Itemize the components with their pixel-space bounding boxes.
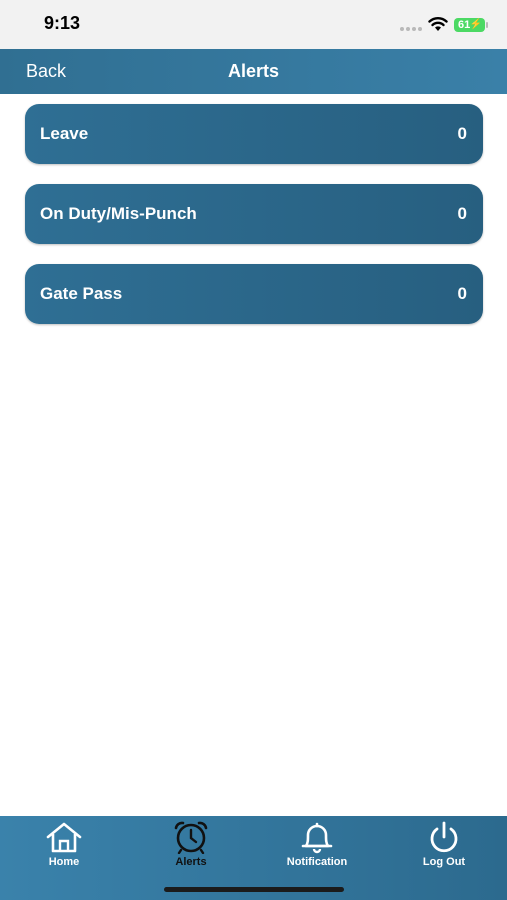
alert-row-leave[interactable]: Leave 0: [25, 104, 483, 164]
status-bar: 9:13 61 ⚡: [0, 0, 507, 49]
alert-label: Gate Pass: [40, 284, 123, 303]
tab-label: Home: [48, 856, 80, 868]
tab-bar: Home Alerts Notification Log Out: [0, 816, 507, 900]
alert-list: Leave 0 On Duty/Mis-Punch 0 Gate Pass 0: [25, 104, 483, 344]
bell-icon: [301, 822, 333, 854]
alert-count: 0: [457, 204, 467, 223]
home-icon: [46, 822, 82, 853]
nav-bar: Back Alerts: [0, 49, 507, 94]
status-time: 9:13: [44, 13, 81, 33]
tab-notification[interactable]: Notification: [262, 820, 372, 868]
page-title: Alerts: [227, 61, 280, 81]
tab-home[interactable]: Home: [9, 820, 119, 868]
power-icon: [430, 821, 458, 853]
cellular-signal-icon: [400, 27, 422, 31]
alarm-clock-icon: [174, 821, 208, 854]
tab-label: Alerts: [175, 856, 207, 868]
wifi-icon: [428, 17, 448, 31]
battery-level: 61: [458, 19, 471, 31]
home-indicator: [164, 887, 344, 892]
battery-icon: 61 ⚡: [454, 18, 488, 32]
tab-alerts[interactable]: Alerts: [136, 820, 246, 868]
tab-label: Notification: [286, 856, 348, 868]
alert-row-gate-pass[interactable]: Gate Pass 0: [25, 264, 483, 324]
alert-label: Leave: [40, 124, 89, 143]
alert-row-on-duty[interactable]: On Duty/Mis-Punch 0: [25, 184, 483, 244]
tab-label: Log Out: [422, 856, 466, 868]
alert-label: On Duty/Mis-Punch: [40, 204, 197, 223]
tab-log-out[interactable]: Log Out: [389, 820, 499, 868]
alert-count: 0: [457, 124, 467, 143]
alert-count: 0: [457, 284, 467, 303]
